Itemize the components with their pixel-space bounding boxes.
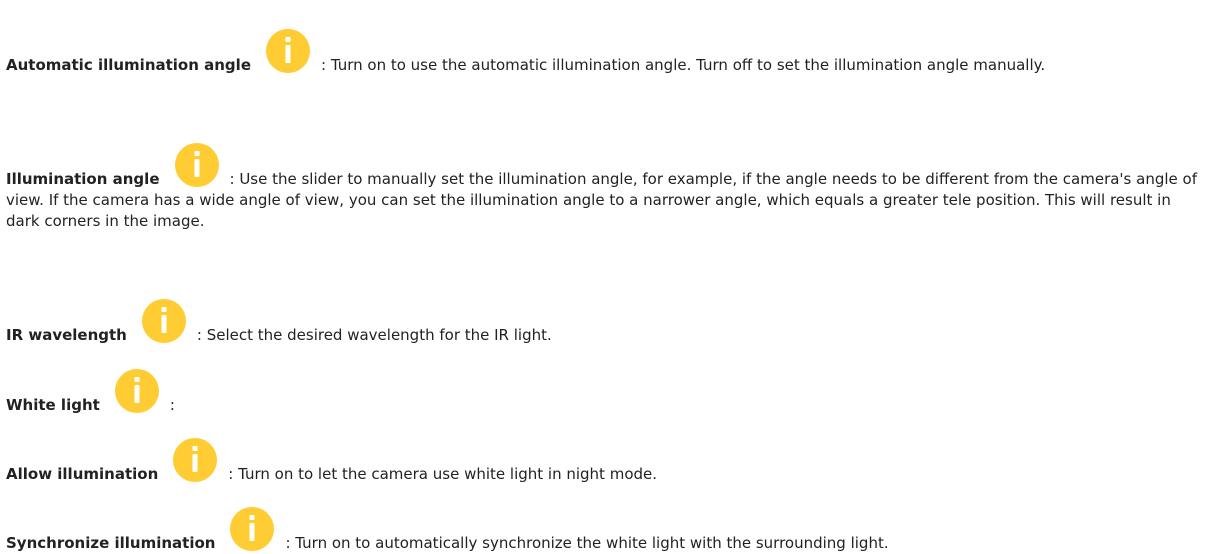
description-text: : [169,396,175,414]
term-label: Synchronize illumination [6,534,216,552]
description-text: : Select the desired wavelength for the … [196,326,552,344]
entry-automatic-illumination-angle: Automatic illumination angle : Turn on to… [6,28,1206,76]
entry-illumination-angle: Illumination angle: Use the slider to ma… [6,142,1206,232]
info-icon[interactable] [265,28,311,74]
entry-synchronize-illumination: Synchronize illumination : Turn on to aut… [6,506,1206,554]
term-label: IR wavelength [6,326,127,344]
description-text: : Turn on to automatically synchronize t… [285,534,889,552]
info-icon[interactable] [114,368,160,414]
entry-ir-wavelength: IR wavelength : Select the desired wavele… [6,298,1206,346]
term-label: Automatic illumination angle [6,56,251,74]
entry-white-light: White light: [6,368,1206,416]
info-icon[interactable] [229,506,275,552]
description-text: : Turn on to let the camera use white li… [228,465,658,483]
term-label: Allow illumination [6,465,159,483]
info-icon[interactable] [174,142,220,188]
entry-allow-illumination: Allow illumination : Turn on to let the c… [6,437,1206,485]
term-label: White light [6,396,100,414]
description-text: : Turn on to use the automatic illuminat… [321,56,1046,74]
info-icon[interactable] [172,437,218,483]
info-icon[interactable] [141,298,187,344]
term-label: Illumination angle [6,170,160,188]
